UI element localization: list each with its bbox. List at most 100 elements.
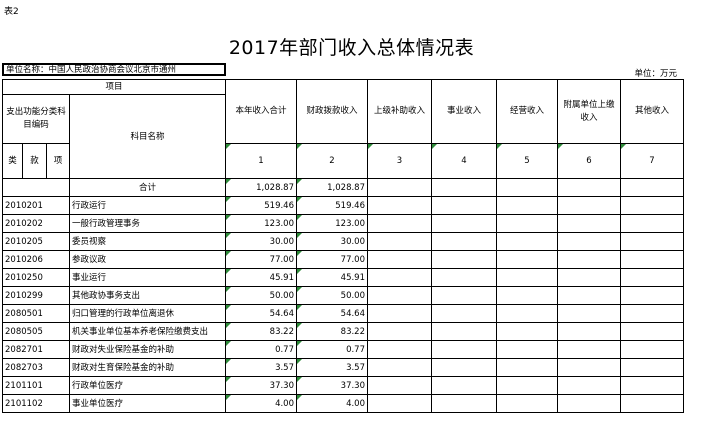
row-total[interactable]: 3.57 bbox=[225, 358, 297, 377]
row-operating[interactable] bbox=[496, 196, 558, 215]
row-total[interactable]: 0.77 bbox=[225, 340, 297, 359]
row-superior[interactable] bbox=[367, 358, 432, 377]
col-number-7[interactable]: 7 bbox=[620, 143, 684, 179]
col-number-1[interactable]: 1 bbox=[225, 143, 297, 179]
row-superior[interactable] bbox=[367, 322, 432, 341]
row-business[interactable] bbox=[431, 250, 497, 269]
row-affiliated[interactable] bbox=[557, 394, 621, 413]
row-other[interactable] bbox=[620, 304, 684, 323]
row-other[interactable] bbox=[620, 322, 684, 341]
row-subject-name[interactable]: 机关事业单位基本养老保险缴费支出 bbox=[69, 322, 226, 341]
col-header-6[interactable]: 附属单位上缴收入 bbox=[557, 79, 621, 144]
row-total[interactable]: 4.00 bbox=[225, 394, 297, 413]
row-subject-name[interactable]: 行政单位医疗 bbox=[69, 376, 226, 395]
row-other[interactable] bbox=[620, 196, 684, 215]
row-superior[interactable] bbox=[367, 394, 432, 413]
col-header-2[interactable]: 财政拨款收入 bbox=[296, 79, 368, 144]
col-number-2[interactable]: 2 bbox=[296, 143, 368, 179]
row-code[interactable]: 2082703 bbox=[2, 358, 70, 377]
col-header-3[interactable]: 上级补助收入 bbox=[367, 79, 432, 144]
row-operating[interactable] bbox=[496, 286, 558, 305]
row-operating[interactable] bbox=[496, 358, 558, 377]
row-subject-name[interactable]: 财政对失业保险基金的补助 bbox=[69, 340, 226, 359]
row-affiliated[interactable] bbox=[557, 304, 621, 323]
row-affiliated[interactable] bbox=[557, 376, 621, 395]
row-superior[interactable] bbox=[367, 376, 432, 395]
row-affiliated[interactable] bbox=[557, 340, 621, 359]
row-fiscal[interactable]: 77.00 bbox=[296, 250, 368, 269]
row-total[interactable]: 77.00 bbox=[225, 250, 297, 269]
row-business[interactable] bbox=[431, 232, 497, 251]
row-subject-name[interactable]: 财政对生育保险基金的补助 bbox=[69, 358, 226, 377]
func-code-header[interactable]: 支出功能分类科目编码 bbox=[2, 94, 70, 144]
total-value-5[interactable] bbox=[496, 178, 558, 197]
row-code[interactable]: 2101102 bbox=[2, 394, 70, 413]
row-code[interactable]: 2080505 bbox=[2, 322, 70, 341]
row-superior[interactable] bbox=[367, 196, 432, 215]
row-other[interactable] bbox=[620, 376, 684, 395]
row-subject-name[interactable]: 行政运行 bbox=[69, 196, 226, 215]
row-fiscal[interactable]: 123.00 bbox=[296, 214, 368, 233]
col-number-3[interactable]: 3 bbox=[367, 143, 432, 179]
row-fiscal[interactable]: 30.00 bbox=[296, 232, 368, 251]
row-business[interactable] bbox=[431, 322, 497, 341]
row-operating[interactable] bbox=[496, 214, 558, 233]
row-subject-name[interactable]: 归口管理的行政单位离退休 bbox=[69, 304, 226, 323]
row-code[interactable]: 2010250 bbox=[2, 268, 70, 287]
row-other[interactable] bbox=[620, 394, 684, 413]
row-subject-name[interactable]: 事业单位医疗 bbox=[69, 394, 226, 413]
row-business[interactable] bbox=[431, 376, 497, 395]
row-affiliated[interactable] bbox=[557, 250, 621, 269]
row-other[interactable] bbox=[620, 232, 684, 251]
row-code[interactable]: 2010201 bbox=[2, 196, 70, 215]
row-code[interactable]: 2010202 bbox=[2, 214, 70, 233]
total-value-3[interactable] bbox=[367, 178, 432, 197]
total-code-cell[interactable] bbox=[2, 178, 70, 197]
row-total[interactable]: 54.64 bbox=[225, 304, 297, 323]
total-label[interactable]: 合计 bbox=[69, 178, 226, 197]
row-subject-name[interactable]: 一般行政管理事务 bbox=[69, 214, 226, 233]
col-header-5[interactable]: 经营收入 bbox=[496, 79, 558, 144]
row-total[interactable]: 45.91 bbox=[225, 268, 297, 287]
total-value-7[interactable] bbox=[620, 178, 684, 197]
row-business[interactable] bbox=[431, 286, 497, 305]
row-other[interactable] bbox=[620, 286, 684, 305]
unit-name-cell[interactable]: 单位名称：中国人民政治协商会议北京市通州 bbox=[2, 63, 226, 76]
row-superior[interactable] bbox=[367, 340, 432, 359]
row-business[interactable] bbox=[431, 358, 497, 377]
total-value-6[interactable] bbox=[557, 178, 621, 197]
row-other[interactable] bbox=[620, 214, 684, 233]
row-business[interactable] bbox=[431, 196, 497, 215]
row-fiscal[interactable]: 37.30 bbox=[296, 376, 368, 395]
col-number-6[interactable]: 6 bbox=[557, 143, 621, 179]
row-total[interactable]: 37.30 bbox=[225, 376, 297, 395]
row-superior[interactable] bbox=[367, 250, 432, 269]
total-value-4[interactable] bbox=[431, 178, 497, 197]
row-superior[interactable] bbox=[367, 286, 432, 305]
row-subject-name[interactable]: 参政议政 bbox=[69, 250, 226, 269]
row-total[interactable]: 519.46 bbox=[225, 196, 297, 215]
row-fiscal[interactable]: 45.91 bbox=[296, 268, 368, 287]
row-code[interactable]: 2010205 bbox=[2, 232, 70, 251]
row-operating[interactable] bbox=[496, 376, 558, 395]
subject-name-header[interactable]: 科目名称 bbox=[69, 94, 226, 179]
row-code[interactable]: 2082701 bbox=[2, 340, 70, 359]
row-operating[interactable] bbox=[496, 340, 558, 359]
row-superior[interactable] bbox=[367, 214, 432, 233]
row-affiliated[interactable] bbox=[557, 322, 621, 341]
row-fiscal[interactable]: 50.00 bbox=[296, 286, 368, 305]
row-affiliated[interactable] bbox=[557, 268, 621, 287]
row-subject-name[interactable]: 其他政协事务支出 bbox=[69, 286, 226, 305]
row-operating[interactable] bbox=[496, 304, 558, 323]
row-code[interactable]: 2080501 bbox=[2, 304, 70, 323]
row-other[interactable] bbox=[620, 268, 684, 287]
total-value-1[interactable]: 1,028.87 bbox=[225, 178, 297, 197]
col-header-4[interactable]: 事业收入 bbox=[431, 79, 497, 144]
row-total[interactable]: 123.00 bbox=[225, 214, 297, 233]
row-operating[interactable] bbox=[496, 268, 558, 287]
col-header-1[interactable]: 本年收入合计 bbox=[225, 79, 297, 144]
row-business[interactable] bbox=[431, 268, 497, 287]
row-superior[interactable] bbox=[367, 268, 432, 287]
row-code[interactable]: 2010206 bbox=[2, 250, 70, 269]
col-header-7[interactable]: 其他收入 bbox=[620, 79, 684, 144]
